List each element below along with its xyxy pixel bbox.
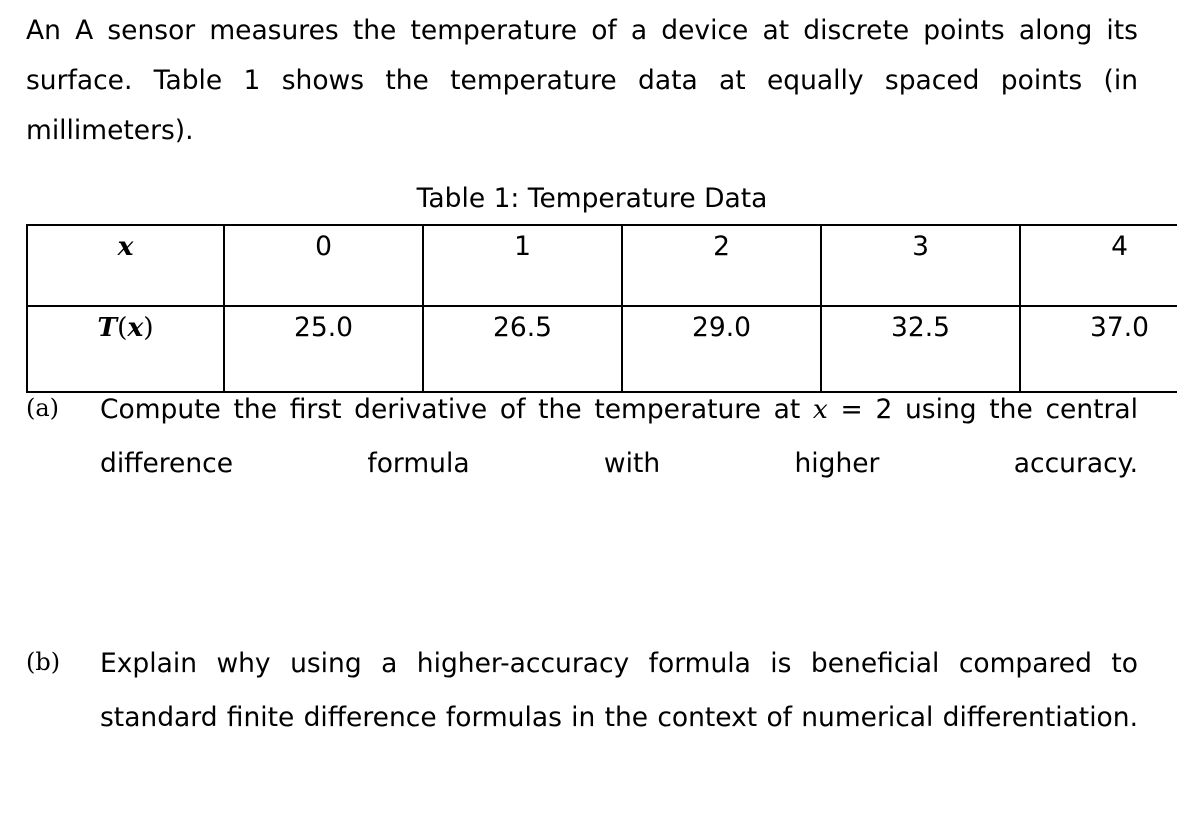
temperature-data-table: x 0 1 2 3 4 T(x) 25.0 26.5 29.0 32.5 37.… (26, 224, 1177, 393)
question-part-a: (a) Compute the first derivative of the … (26, 383, 1138, 545)
table-cell-tx-3: 32.5 (820, 305, 1021, 393)
intro-paragraph: An A sensor measures the temperature of … (26, 15, 1138, 146)
tx-argument: x (127, 312, 144, 343)
tx-open-paren: ( (117, 312, 128, 343)
table-cell-x-label: x (26, 224, 225, 307)
table-cell-tx-0: 25.0 (223, 305, 424, 393)
x-variable-label: x (117, 231, 134, 262)
tx-function-name: T (97, 312, 118, 343)
part-a-label: (a) (26, 394, 60, 422)
table-caption: Table 1: Temperature Data (416, 183, 768, 214)
part-a-inline-variable: x (812, 394, 828, 425)
temperature-table-block: Table 1: Temperature Data x 0 1 2 3 4 T(… (26, 182, 1177, 393)
part-a-text: Compute the first derivative of the temp… (100, 383, 1138, 545)
table-cell-x-4: 4 (1019, 224, 1177, 307)
table-cell-x-3: 3 (820, 224, 1021, 307)
table-cell-tx-label: T(x) (26, 305, 225, 393)
part-a-text-before-variable: Compute the first derivative of the temp… (100, 394, 813, 425)
table-cell-tx-2: 29.0 (621, 305, 822, 393)
document-page: An A sensor measures the temperature of … (0, 0, 1177, 817)
document-content: An A sensor measures the temperature of … (26, 0, 1177, 733)
table-cell-x-1: 1 (422, 224, 623, 307)
table-row-x: x 0 1 2 3 4 (26, 224, 1177, 307)
tx-close-paren: ) (143, 312, 154, 343)
question-part-b: (b) Explain why using a higher-accuracy … (26, 637, 1138, 799)
tx-function-label: T(x) (97, 312, 153, 343)
table-cell-tx-4: 37.0 (1019, 305, 1177, 393)
table-cell-x-0: 0 (223, 224, 424, 307)
part-b-label: (b) (26, 648, 61, 676)
table-cell-tx-1: 26.5 (422, 305, 623, 393)
table-row-tx: T(x) 25.0 26.5 29.0 32.5 37.0 (26, 305, 1177, 393)
table-cell-x-2: 2 (621, 224, 822, 307)
part-b-text: Explain why using a higher-accuracy form… (100, 648, 1138, 733)
